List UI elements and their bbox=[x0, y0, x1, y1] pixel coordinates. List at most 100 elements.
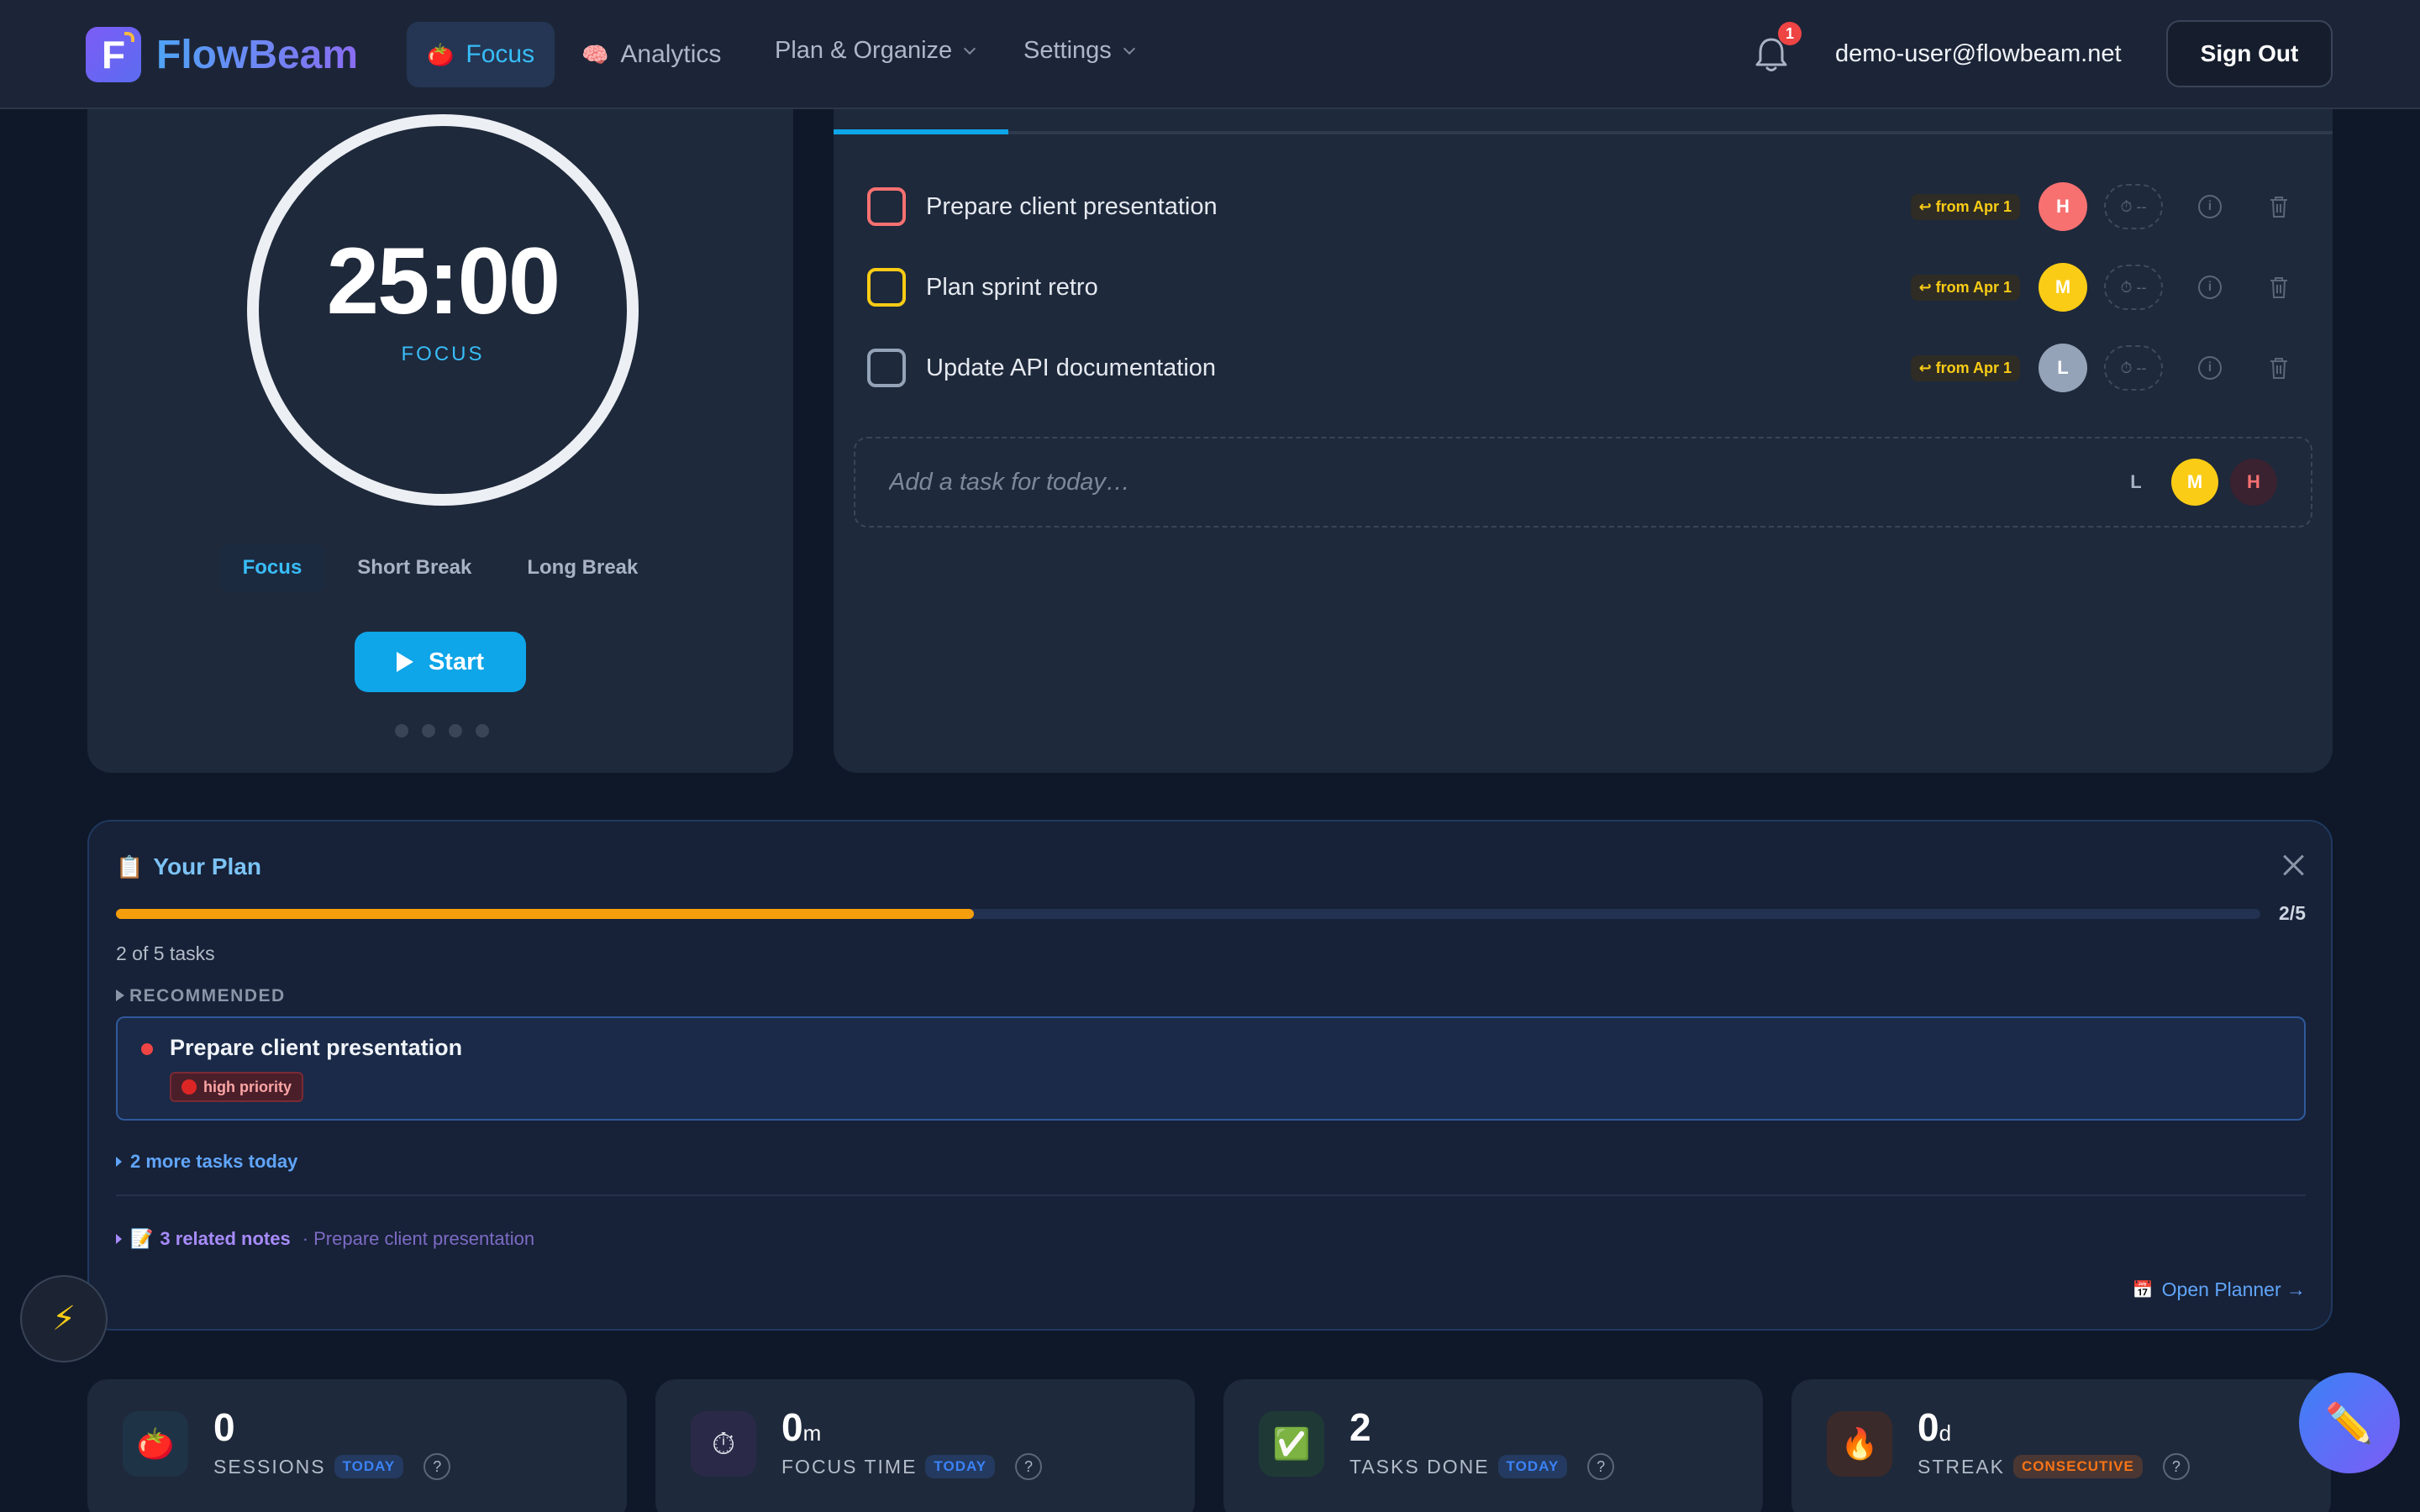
priority-high-option[interactable]: H bbox=[2230, 459, 2277, 506]
stat-period-badge: TODAY bbox=[925, 1455, 996, 1478]
trash-icon[interactable] bbox=[2269, 276, 2289, 299]
calendar-icon: 📅 bbox=[2132, 1281, 2154, 1299]
tab-underline-track bbox=[834, 131, 2333, 134]
help-icon[interactable]: ? bbox=[1587, 1453, 1615, 1480]
session-dot bbox=[422, 724, 435, 738]
priority-medium-option[interactable]: M bbox=[2171, 459, 2218, 506]
stat-period-badge: TODAY bbox=[334, 1455, 404, 1478]
priority-indicator[interactable]: M bbox=[2039, 263, 2087, 312]
nav-dropdown-settings[interactable]: Settings bbox=[1023, 37, 1135, 65]
timer-card: 25:00 FOCUS Focus Short Break Long Break… bbox=[87, 84, 793, 773]
task-checkbox[interactable] bbox=[867, 187, 906, 226]
add-task-input[interactable] bbox=[889, 468, 2101, 496]
open-planner-link[interactable]: 📅 Open Planner → bbox=[2133, 1278, 2306, 1301]
priority-low-option[interactable]: L bbox=[2112, 459, 2160, 506]
stat-card: ✅ 2 TASKS DONE TODAY ? bbox=[1223, 1379, 1763, 1512]
stat-card: 🔥 0d STREAK CONSECUTIVE ? bbox=[1791, 1379, 2331, 1512]
session-dot bbox=[449, 724, 462, 738]
close-icon[interactable] bbox=[2282, 853, 2306, 877]
mode-short-break-button[interactable]: Short Break bbox=[334, 544, 495, 591]
help-icon[interactable]: ? bbox=[424, 1453, 451, 1480]
timer-mode-label: FOCUS bbox=[401, 343, 485, 365]
more-tasks-toggle[interactable]: 2 more tasks today bbox=[116, 1151, 297, 1173]
stat-icon: ✅ bbox=[1259, 1411, 1324, 1477]
nav-tab-analytics-label: Analytics bbox=[620, 40, 722, 68]
stat-label: SESSIONS TODAY ? bbox=[213, 1453, 451, 1480]
session-dot bbox=[476, 724, 489, 738]
chevron-down-icon bbox=[1123, 42, 1135, 55]
priority-dot bbox=[141, 1043, 153, 1055]
tomato-icon: 🍅 bbox=[427, 41, 455, 67]
notification-badge: 1 bbox=[1778, 22, 1802, 45]
priority-indicator[interactable]: L bbox=[2039, 344, 2087, 392]
session-dots bbox=[395, 724, 489, 738]
tab-underline-active bbox=[834, 129, 1008, 134]
info-icon[interactable]: i bbox=[2198, 356, 2222, 380]
stat-label: FOCUS TIME TODAY ? bbox=[781, 1453, 1043, 1480]
caret-right-icon bbox=[116, 990, 124, 1001]
stat-label: STREAK CONSECUTIVE ? bbox=[1918, 1453, 2190, 1480]
task-checkbox[interactable] bbox=[867, 349, 906, 387]
nav-dropdown-plan[interactable]: Plan & Organize bbox=[775, 37, 976, 65]
timer-mode-selector: Focus Short Break Long Break bbox=[87, 544, 793, 591]
plan-title-label: Your Plan bbox=[153, 853, 261, 879]
sign-out-button[interactable]: Sign Out bbox=[2166, 20, 2333, 87]
time-estimate-chip[interactable]: ⏱ -- bbox=[2104, 265, 2163, 310]
carried-over-badge: ↩ from Apr 1 bbox=[1910, 354, 2020, 381]
task-title: Prepare client presentation bbox=[926, 192, 1218, 220]
time-estimate-chip[interactable]: ⏱ -- bbox=[2104, 184, 2163, 229]
trash-icon[interactable] bbox=[2269, 195, 2289, 218]
nav-dropdown-plan-label: Plan & Organize bbox=[775, 37, 953, 64]
trash-icon[interactable] bbox=[2269, 356, 2289, 380]
plan-title: 📋 Your Plan bbox=[116, 853, 261, 880]
more-tasks-label: 2 more tasks today bbox=[130, 1151, 298, 1172]
priority-indicator[interactable]: H bbox=[2039, 182, 2087, 231]
mode-long-break-button[interactable]: Long Break bbox=[503, 544, 661, 591]
clipboard-icon: 📋 bbox=[116, 853, 144, 879]
user-email: demo-user@flowbeam.net bbox=[1835, 40, 2122, 67]
stat-card: ⏱ 0m FOCUS TIME TODAY ? bbox=[655, 1379, 1195, 1512]
plan-count: 2 of 5 tasks bbox=[116, 942, 215, 964]
brand-logo-icon: F bbox=[86, 27, 141, 82]
caret-right-icon bbox=[116, 1234, 122, 1244]
mode-focus-button[interactable]: Focus bbox=[218, 544, 326, 591]
nav-tab-analytics[interactable]: 🧠 Analytics bbox=[561, 22, 741, 87]
stat-period-badge: CONSECUTIVE bbox=[2013, 1455, 2143, 1478]
task-title: Update API documentation bbox=[926, 354, 1217, 381]
recommended-toggle[interactable]: RECOMMENDED bbox=[116, 986, 286, 1006]
info-icon[interactable]: i bbox=[2198, 276, 2222, 299]
plan-progress-label: 2/5 bbox=[2279, 902, 2306, 924]
play-icon bbox=[396, 652, 413, 672]
related-notes-count: 3 related notes bbox=[160, 1228, 291, 1249]
lightning-icon: ⚡ bbox=[51, 1300, 76, 1337]
priority-badge: high priority bbox=[170, 1072, 303, 1102]
info-icon[interactable]: i bbox=[2198, 195, 2222, 218]
stat-icon: ⏱ bbox=[691, 1411, 756, 1477]
stat-value: 2 bbox=[1349, 1405, 1371, 1449]
priority-badge-label: high priority bbox=[203, 1078, 292, 1095]
recommended-task-title: Prepare client presentation bbox=[170, 1035, 463, 1060]
quick-note-button[interactable]: ✏️ bbox=[2299, 1373, 2400, 1473]
help-icon[interactable]: ? bbox=[2162, 1453, 2190, 1480]
task-row[interactable]: Prepare client presentation ↩ from Apr 1… bbox=[867, 181, 2304, 232]
nav-tab-focus[interactable]: 🍅 Focus bbox=[407, 22, 555, 87]
task-checkbox[interactable] bbox=[867, 268, 906, 307]
timer-display: 25:00 bbox=[326, 228, 560, 333]
recommended-task[interactable]: Prepare client presentation high priorit… bbox=[116, 1016, 2306, 1121]
start-button[interactable]: Start bbox=[355, 632, 526, 692]
help-icon[interactable]: ? bbox=[1015, 1453, 1043, 1480]
stat-card: 🍅 0 SESSIONS TODAY ? bbox=[87, 1379, 627, 1512]
quick-actions-button[interactable]: ⚡ bbox=[20, 1275, 108, 1362]
brand[interactable]: F FlowBeam bbox=[86, 27, 358, 82]
carried-over-badge: ↩ from Apr 1 bbox=[1910, 193, 2020, 220]
task-row[interactable]: Plan sprint retro ↩ from Apr 1 M ⏱ -- i bbox=[867, 262, 2304, 312]
recommended-label: RECOMMENDED bbox=[129, 986, 286, 1005]
memo-icon: 📝 bbox=[130, 1228, 154, 1249]
caret-right-icon bbox=[116, 1157, 122, 1167]
time-estimate-chip[interactable]: ⏱ -- bbox=[2104, 345, 2163, 391]
task-row[interactable]: Update API documentation ↩ from Apr 1 L … bbox=[867, 343, 2304, 393]
plan-progress-bar bbox=[116, 909, 2260, 919]
task-title: Plan sprint retro bbox=[926, 273, 1098, 301]
related-notes-toggle[interactable]: 📝 3 related notes · Prepare client prese… bbox=[116, 1228, 534, 1250]
carried-over-badge: ↩ from Apr 1 bbox=[1910, 274, 2020, 301]
